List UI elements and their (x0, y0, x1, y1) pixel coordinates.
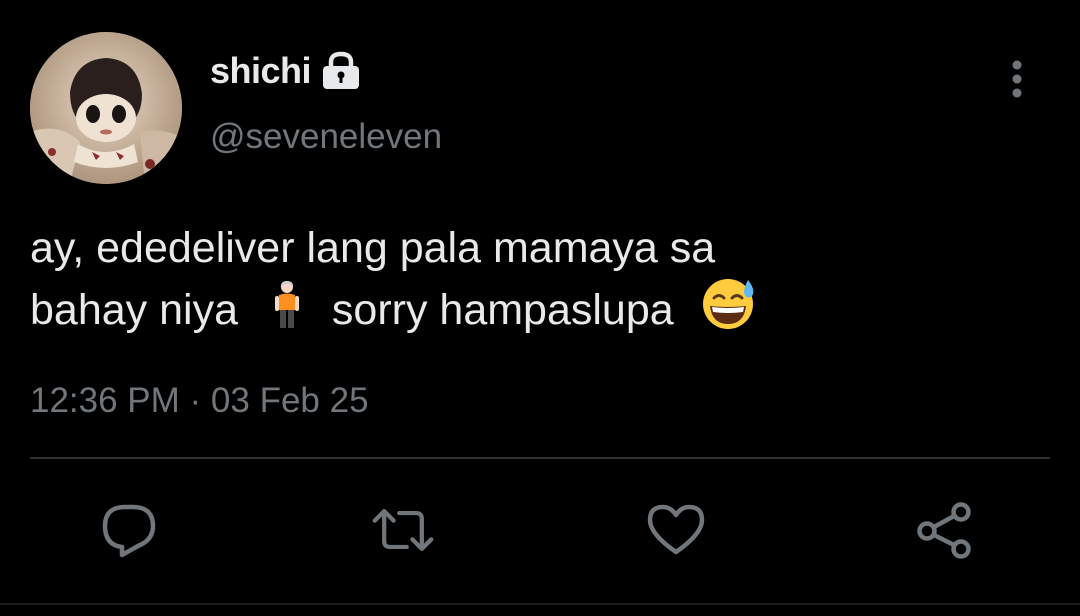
tweet-timestamp[interactable]: 12:36 PM · 03 Feb 25 (30, 378, 369, 424)
tweet-text-line-1: ay, ededeliver lang pala mamaya sa (30, 224, 716, 272)
retweet-button[interactable] (371, 498, 435, 562)
display-name-text: shichi (210, 50, 312, 91)
grinning-sweat-emoji (700, 278, 758, 346)
more-options-button[interactable] (996, 56, 1038, 102)
person-standing-emoji (272, 280, 302, 346)
share-icon (917, 502, 971, 559)
tweet-text-segment: bahay niya (30, 286, 238, 334)
avatar-image (30, 32, 182, 184)
author-handle[interactable]: @seveneleven (210, 114, 442, 160)
tweet-text: ay, ededeliver lang pala mamaya sa bahay… (30, 218, 1040, 346)
more-vertical-icon (1012, 60, 1022, 98)
reply-button[interactable] (97, 498, 161, 562)
like-button[interactable] (644, 498, 708, 562)
retweet-icon (372, 509, 434, 551)
divider (30, 457, 1050, 459)
bottom-divider (0, 603, 1080, 605)
comment-icon (102, 504, 156, 558)
tweet-text-segment: sorry hampaslupa (331, 286, 674, 334)
avatar[interactable] (30, 32, 182, 184)
heart-icon (647, 504, 705, 555)
tweet-text-line-2: bahay niya sorry hampaslupa (30, 278, 1040, 346)
lock-icon (319, 51, 363, 91)
author-display-name[interactable]: shichi (210, 48, 363, 94)
share-button[interactable] (913, 498, 977, 562)
